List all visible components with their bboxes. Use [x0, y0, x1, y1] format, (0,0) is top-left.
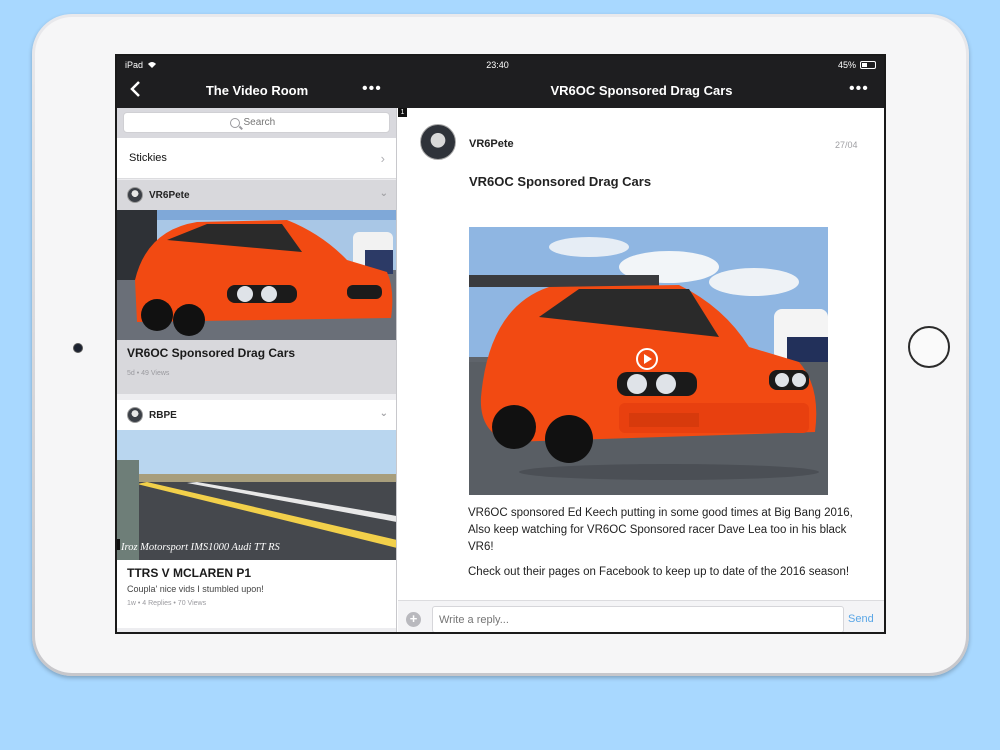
selection-marker	[117, 539, 120, 550]
post-author[interactable]: VR6Pete	[469, 138, 514, 150]
home-button[interactable]	[908, 326, 950, 368]
search-field[interactable]	[123, 112, 390, 133]
stickies-row[interactable]: Stickies ›	[117, 138, 396, 179]
search-bar	[117, 108, 396, 138]
thread-card-header: VR6Pete ⌄	[117, 180, 396, 210]
thread-card[interactable]: VR6Pete ⌄ VR6OC Sponsored Drag Cars 5d •…	[117, 180, 396, 394]
car-thumbnail-image	[117, 210, 396, 340]
forum-title: The Video Room	[205, 83, 309, 98]
back-button[interactable]	[129, 80, 151, 102]
thumbnail-caption: Iroz Motorsport IMS1000 Audi TT RS	[121, 542, 280, 553]
screen: iPad 23:40 45% The Video Room ••• VR6OC …	[115, 54, 886, 634]
post-video[interactable]	[469, 227, 828, 495]
more-icon[interactable]: •••	[362, 81, 382, 97]
post-view: 1 VR6Pete 27/04 VR6OC Sponsored Drag Car…	[398, 108, 884, 632]
post-paragraph: VR6OC sponsored Ed Keech putting in some…	[468, 507, 853, 553]
page-badge: 1	[398, 108, 407, 117]
post-paragraph: Check out their pages on Facebook to kee…	[468, 566, 850, 578]
post-title: VR6OC Sponsored Drag Cars	[469, 174, 652, 189]
avatar[interactable]	[420, 124, 456, 160]
thread-subtitle: Coupla' nice vids I stumbled upon!	[127, 584, 264, 594]
right-nav: VR6OC Sponsored Drag Cars •••	[397, 74, 884, 108]
search-input[interactable]	[243, 117, 284, 128]
search-icon	[229, 117, 240, 128]
chevron-down-icon[interactable]: ⌄	[380, 408, 388, 419]
thread-meta: 1w • 4 Replies • 70 Views	[127, 600, 207, 607]
camera-icon	[73, 343, 83, 353]
chevron-right-icon: ›	[380, 150, 385, 166]
thread-author: VR6Pete	[149, 189, 190, 201]
avatar	[127, 187, 143, 203]
clock: 23:40	[486, 60, 509, 70]
thread-card[interactable]: RBPE ⌄ Iroz Motorsport IMS1000 Audi TT R…	[117, 400, 396, 628]
battery-percent: 45%	[837, 60, 856, 70]
avatar	[127, 407, 143, 423]
thread-card-header: RBPE ⌄	[117, 400, 396, 430]
status-bar: iPad 23:40 45%	[117, 56, 884, 74]
left-nav: The Video Room •••	[117, 74, 397, 108]
thread-list: Stickies › VR6Pete ⌄	[117, 108, 397, 632]
thread-title-text: VR6OC Sponsored Drag Cars	[127, 346, 296, 360]
stickies-label: Stickies	[129, 152, 167, 164]
play-icon[interactable]	[636, 348, 658, 370]
thread-thumbnail[interactable]: Iroz Motorsport IMS1000 Audi TT RS	[117, 430, 396, 560]
chevron-down-icon[interactable]: ⌄	[380, 188, 388, 199]
thread-more-icon[interactable]: •••	[849, 81, 869, 97]
device-label: iPad	[125, 60, 144, 70]
reply-bar: + Send	[398, 600, 884, 632]
thread-meta: 5d • 49 Views	[127, 370, 170, 377]
back-icon	[130, 81, 140, 97]
reply-input[interactable]	[432, 606, 844, 632]
send-button[interactable]: Send	[848, 613, 874, 625]
plus-icon[interactable]: +	[406, 612, 421, 627]
thread-title-text: TTRS V MCLAREN P1	[127, 566, 252, 580]
post-body: VR6OC sponsored Ed Keech putting in some…	[468, 505, 858, 589]
battery-icon	[860, 61, 876, 69]
wifi-icon	[148, 62, 157, 68]
thread-title: VR6OC Sponsored Drag Cars	[550, 83, 733, 98]
thread-author: RBPE	[149, 409, 177, 421]
thread-thumbnail[interactable]	[117, 210, 396, 340]
runway-thumbnail-image	[117, 430, 396, 560]
nav-bar: The Video Room ••• VR6OC Sponsored Drag …	[117, 74, 884, 108]
post-date: 27/04	[835, 140, 858, 150]
